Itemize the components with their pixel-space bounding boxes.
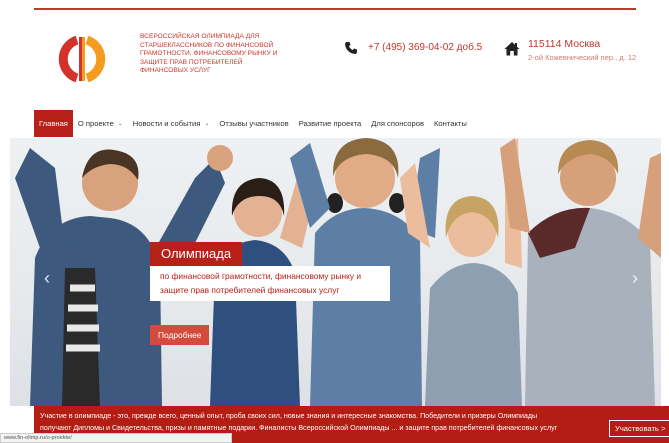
organization-name: Всероссийская олимпиада для старшеклассн… [140, 33, 278, 75]
nav-item-development[interactable]: Развитие проекта [294, 110, 367, 137]
nav-item-label: О проекте [77, 119, 114, 128]
slider-next-arrow[interactable]: › [632, 268, 638, 289]
status-bar-url: www.fin-olimp.ru/o-proekte/ [0, 433, 232, 443]
top-divider [34, 8, 636, 10]
nav-item-news[interactable]: Новости и события ⌄ [128, 110, 215, 137]
nav-item-label: Для спонсоров [371, 119, 424, 128]
nav-item-sponsors[interactable]: Для спонсоров [366, 110, 429, 137]
nav-item-label: Главная [39, 119, 68, 128]
nav-item-label: Отзывы участников [219, 119, 289, 128]
nav-item-label: Контакты [433, 119, 467, 128]
chevron-down-icon: ⌄ [204, 121, 210, 127]
slider-prev-arrow[interactable]: ‹ [44, 268, 50, 289]
participate-button[interactable]: Участвовать > [609, 420, 669, 437]
logo[interactable] [50, 34, 114, 84]
address-street: 2-ой Кожевнический пер., д. 12 [528, 53, 637, 62]
nav-item-reviews[interactable]: Отзывы участников [214, 110, 293, 137]
home-icon [504, 42, 520, 56]
nav-item-label: Новости и события [132, 119, 201, 128]
phone-icon [345, 42, 357, 54]
hero-title: Олимпиада [150, 242, 243, 266]
nav-item-contacts[interactable]: Контакты [429, 110, 472, 137]
phone-number[interactable]: +7 (495) 369-04-02 доб.5 [368, 42, 482, 53]
nav-item-about[interactable]: О проекте ⌄ [73, 110, 128, 137]
hero-text: по финансовой грамотности, финансовому р… [150, 266, 390, 301]
more-button[interactable]: Подробнее [150, 325, 210, 345]
chevron-down-icon: ⌄ [117, 121, 123, 127]
main-nav: Главная О проекте ⌄ Новости и события ⌄ От… [34, 110, 472, 137]
nav-item-label: Развитие проекта [298, 119, 362, 128]
nav-item-home[interactable]: Главная [34, 110, 73, 137]
address-city: 115114 Москва [528, 38, 601, 50]
